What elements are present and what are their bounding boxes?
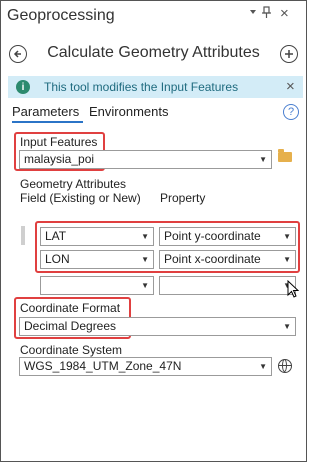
globe-icon[interactable]	[278, 359, 292, 373]
property-select-row-3[interactable]: ▼	[159, 276, 296, 295]
field-column-header: Field (Existing or New)	[20, 191, 141, 205]
chevron-down-icon: ▼	[283, 255, 291, 264]
input-features-select[interactable]: malaysia_poi ▼	[19, 150, 272, 169]
property-value: Point y-coordinate	[164, 229, 261, 243]
field-select-row-2[interactable]: LON ▼	[40, 250, 154, 269]
coordinate-format-value: Decimal Degrees	[24, 319, 117, 333]
geometry-attributes-label: Geometry Attributes	[20, 177, 127, 191]
coordinate-format-select[interactable]: Decimal Degrees ▼	[19, 317, 296, 336]
close-icon[interactable]: ×	[280, 5, 289, 22]
field-value: LON	[45, 252, 70, 266]
property-value: Point x-coordinate	[164, 252, 261, 266]
input-features-label: Input Features	[20, 135, 98, 149]
chevron-down-icon: ▼	[283, 232, 291, 241]
property-column-header: Property	[160, 191, 206, 205]
chevron-down-icon: ▼	[141, 255, 149, 264]
property-select-row-2[interactable]: Point x-coordinate ▼	[159, 250, 296, 269]
info-close-icon[interactable]: ×	[286, 78, 295, 95]
info-text: This tool modifies the Input Features	[44, 80, 239, 94]
info-icon: i	[16, 80, 30, 94]
chevron-down-icon: ▼	[259, 155, 267, 164]
property-select-row-1[interactable]: Point y-coordinate ▼	[159, 227, 296, 246]
menu-icon[interactable]	[248, 4, 258, 23]
tool-title: Calculate Geometry Attributes	[47, 44, 260, 61]
pane-title: Geoprocessing	[7, 7, 115, 24]
add-icon[interactable]	[280, 45, 298, 63]
chevron-down-icon: ▼	[141, 232, 149, 241]
field-value: LAT	[45, 229, 67, 243]
field-select-row-3[interactable]: ▼	[40, 276, 154, 295]
help-icon[interactable]: ?	[283, 104, 299, 120]
row-grip[interactable]	[21, 226, 25, 245]
chevron-down-icon: ▼	[259, 362, 267, 371]
input-features-value: malaysia_poi	[24, 152, 95, 166]
mouse-cursor-icon	[287, 279, 300, 303]
coordinate-system-select[interactable]: WGS_1984_UTM_Zone_47N ▼	[19, 357, 272, 376]
folder-icon[interactable]	[278, 149, 292, 162]
chevron-down-icon: ▼	[283, 322, 291, 331]
pin-icon[interactable]	[261, 4, 273, 23]
coordinate-system-label: Coordinate System	[20, 343, 123, 357]
tab-parameters[interactable]: Parameters	[12, 104, 79, 119]
tab-environments[interactable]: Environments	[89, 104, 168, 119]
active-tab-indicator	[12, 121, 83, 123]
coordinate-system-value: WGS_1984_UTM_Zone_47N	[24, 359, 182, 373]
chevron-down-icon: ▼	[141, 281, 149, 290]
field-select-row-1[interactable]: LAT ▼	[40, 227, 154, 246]
coordinate-format-label: Coordinate Format	[20, 301, 121, 315]
